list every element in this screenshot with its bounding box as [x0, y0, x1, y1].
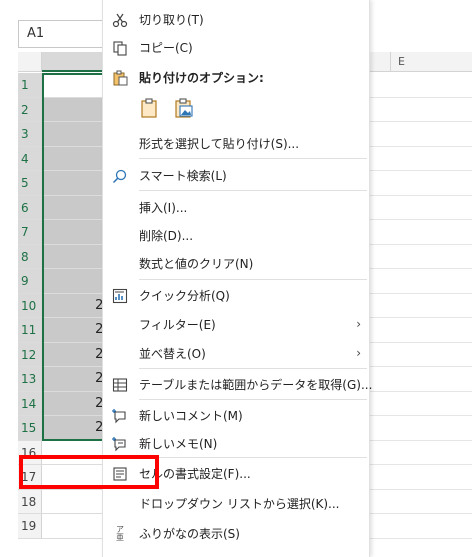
row-number[interactable]: 3 — [18, 122, 42, 147]
row-number[interactable]: 12 — [18, 342, 42, 367]
menu-item-label: 削除(D)... — [139, 229, 194, 243]
menu-item-show-phonetic[interactable]: ア 亜 ふりがなの表示(S) — [103, 522, 371, 546]
chevron-right-icon: › — [356, 346, 361, 360]
menu-item-sort[interactable]: 並べ替え(O) › — [103, 342, 371, 366]
menu-separator — [139, 190, 367, 191]
menu-item-new-comment[interactable]: 新しいコメント(M) — [103, 404, 371, 428]
row-number[interactable]: 9 — [18, 269, 42, 294]
new-note-icon — [111, 435, 129, 453]
menu-item-paste-special[interactable]: 形式を選択して貼り付け(S)... — [103, 132, 371, 156]
copy-icon — [111, 39, 129, 57]
menu-item-label: フィルター(E) — [139, 318, 216, 332]
row-number[interactable]: 19 — [18, 514, 42, 539]
menu-item-delete[interactable]: 削除(D)... — [103, 224, 371, 248]
menu-item-format-cells[interactable]: セルの書式設定(F)... — [103, 462, 371, 486]
menu-item-label: 形式を選択して貼り付け(S)... — [139, 137, 300, 151]
menu-item-copy[interactable]: コピー(C) — [103, 36, 371, 60]
select-all-corner[interactable] — [18, 52, 42, 72]
menu-item-label: コピー(C) — [139, 41, 193, 55]
menu-item-get-data[interactable]: テーブルまたは範囲からデータを取得(G)... — [103, 373, 373, 397]
menu-item-label: 数式と値のクリア(N) — [139, 257, 254, 271]
table-icon — [111, 376, 129, 394]
row-number[interactable]: 6 — [18, 195, 42, 220]
menu-item-clear-contents[interactable]: 数式と値のクリア(N) — [103, 252, 371, 276]
row-number[interactable]: 16 — [18, 440, 42, 465]
menu-item-label: クイック分析(Q) — [139, 289, 230, 303]
menu-item-label: 貼り付けのオプション: — [139, 71, 264, 85]
row-number[interactable]: 18 — [18, 489, 42, 514]
menu-item-quick-analysis[interactable]: クイック分析(Q) — [103, 284, 371, 308]
menu-item-label: ふりがなの表示(S) — [139, 527, 240, 541]
name-box[interactable]: A1 — [18, 20, 108, 48]
menu-item-label: ドロップダウン リストから選択(K)... — [139, 497, 340, 511]
menu-item-label: 新しいメモ(N) — [139, 437, 218, 451]
row-number[interactable]: 5 — [18, 171, 42, 196]
menu-item-label: 挿入(I)... — [139, 201, 188, 215]
row-number[interactable]: 1 — [18, 73, 42, 98]
menu-item-label: 並べ替え(O) — [139, 347, 206, 361]
row-number[interactable]: 17 — [18, 465, 42, 490]
menu-item-pick-from-list[interactable]: ドロップダウン リストから選択(K)... — [103, 492, 371, 516]
row-number[interactable]: 15 — [18, 416, 42, 441]
row-number[interactable]: 8 — [18, 244, 42, 269]
quick-analysis-icon — [111, 287, 129, 305]
menu-separator — [139, 399, 367, 400]
menu-item-filter[interactable]: フィルター(E) › — [103, 313, 371, 337]
new-comment-icon — [111, 407, 129, 425]
row-number[interactable]: 13 — [18, 367, 42, 392]
menu-item-smart-lookup[interactable]: スマート検索(L) — [103, 164, 371, 188]
row-number[interactable]: 2 — [18, 97, 42, 122]
row-number[interactable]: 4 — [18, 146, 42, 171]
row-number[interactable]: 11 — [18, 318, 42, 343]
menu-item-label: テーブルまたは範囲からデータを取得(G)... — [139, 378, 373, 392]
menu-item-insert[interactable]: 挿入(I)... — [103, 196, 371, 220]
column-divider — [390, 52, 391, 72]
column-header-e[interactable]: E — [398, 52, 418, 72]
format-cells-icon — [111, 465, 129, 483]
chevron-right-icon: › — [356, 317, 361, 331]
paste-icon[interactable] — [139, 97, 163, 121]
paste-options-group — [139, 97, 209, 123]
menu-separator — [139, 279, 367, 280]
row-number[interactable]: 7 — [18, 220, 42, 245]
menu-separator — [139, 158, 367, 159]
menu-header-paste-options: 貼り付けのオプション: — [103, 66, 371, 90]
paste-picture-icon[interactable] — [173, 97, 197, 121]
menu-item-label: セルの書式設定(F)... — [139, 467, 251, 481]
scissors-icon — [111, 11, 129, 29]
menu-item-label: スマート検索(L) — [139, 169, 227, 183]
menu-separator — [139, 457, 367, 458]
clipboard-icon — [111, 69, 129, 87]
menu-item-cut[interactable]: 切り取り(T) — [103, 8, 371, 32]
menu-item-label: 新しいコメント(M) — [139, 409, 243, 423]
menu-item-label: 切り取り(T) — [139, 13, 204, 27]
menu-separator — [139, 368, 367, 369]
phonetic-icon: ア 亜 — [116, 525, 124, 542]
context-menu: 切り取り(T) コピー(C) 貼り付けのオプション: 形式を選択して貼り付け(S… — [102, 0, 373, 557]
row-number[interactable]: 10 — [18, 293, 42, 318]
menu-item-new-note[interactable]: 新しいメモ(N) — [103, 432, 371, 456]
row-number[interactable]: 14 — [18, 391, 42, 416]
search-icon — [111, 167, 129, 185]
